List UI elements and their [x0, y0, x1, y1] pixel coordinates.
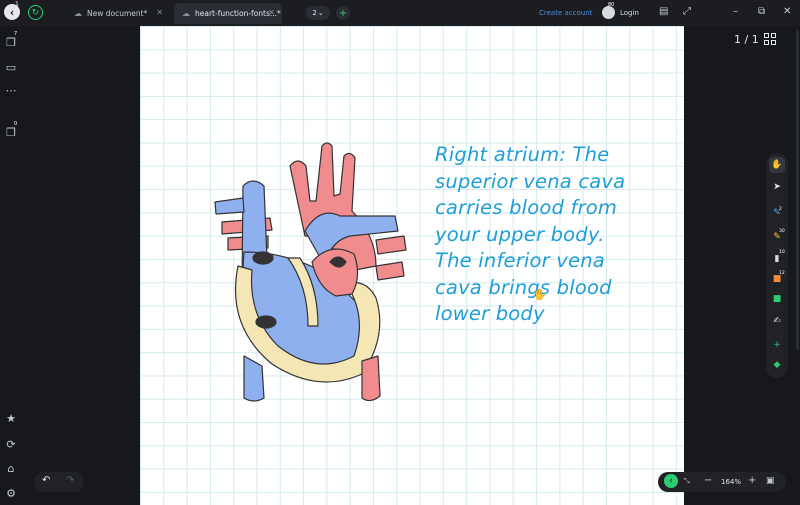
grid-view-icon[interactable] — [764, 33, 776, 45]
undo-icon[interactable]: ↶ — [42, 475, 50, 486]
history-controls: ↶ ↷ — [34, 472, 84, 492]
collapse-icon[interactable]: ‹ — [664, 474, 678, 488]
user-badge: 80 — [608, 2, 615, 8]
page-indicator: 1 / 1 — [734, 33, 759, 46]
create-account-link[interactable]: Create account — [539, 9, 592, 17]
laser-tool-icon[interactable]: ✍ — [771, 315, 783, 327]
eraser-badge: 10 — [779, 250, 785, 255]
zoom-out-button[interactable]: − — [704, 475, 712, 486]
select-tool-icon[interactable]: ➤ — [771, 181, 783, 193]
pages-dropdown[interactable]: 2 ⌄ — [306, 6, 330, 20]
cloud-icon: ☁ — [182, 9, 190, 18]
fit-icon[interactable]: ⤡ — [684, 477, 690, 486]
more-icon[interactable]: ⋯ — [4, 84, 18, 97]
layers-icon[interactable]: ❐ — [4, 126, 18, 139]
redo-icon[interactable]: ↷ — [66, 475, 74, 486]
cloud-icon: ☁ — [74, 9, 82, 18]
login-button[interactable]: Login — [620, 9, 639, 17]
lasso-icon[interactable]: ⟳ — [4, 438, 18, 451]
gear-icon[interactable]: ⚙ — [4, 487, 18, 500]
canvas-page[interactable]: Right atrium: The superior vena cava car… — [140, 26, 684, 505]
top-bar: ‹ 1 ↻ ☁ New document* ✕ ☁ heart-function… — [0, 0, 800, 26]
book-icon[interactable]: ▭ — [4, 61, 18, 74]
scrollbar[interactable] — [796, 30, 799, 350]
chevron-down-icon: ⌄ — [317, 9, 324, 17]
graduation-icon[interactable]: ⌂ — [4, 462, 18, 475]
present-icon[interactable]: ▤ — [659, 6, 668, 17]
more-tools-icon[interactable]: ◆ — [771, 359, 783, 371]
hand-tool-icon[interactable]: ✋ — [769, 157, 785, 173]
sticky-note-icon[interactable]: ■ — [771, 293, 783, 305]
highlighter-badge: 30 — [779, 229, 785, 234]
zoom-controls: ‹ ⤡ − 164% + ▣ — [658, 472, 786, 492]
add-tool-icon[interactable]: + — [771, 339, 783, 351]
restore-icon[interactable]: ⧉ — [758, 6, 765, 17]
expand-icon[interactable]: ⤢ — [683, 6, 691, 17]
shapes-badge: 12 — [779, 271, 785, 276]
zoom-level[interactable]: 164% — [721, 478, 741, 486]
close-window-icon[interactable]: ✕ — [783, 6, 791, 17]
tab-new-document[interactable]: ☁ New document* ✕ — [66, 3, 170, 24]
layers-badge: 0 — [14, 121, 18, 127]
tool-rail: ✋ ➤ ✎ 2 ✎ 30 ▮ 10 ■ 12 ■ ✍ + ◆ — [766, 153, 788, 378]
close-icon[interactable]: ✕ — [268, 8, 275, 17]
star-icon[interactable]: ★ — [4, 412, 18, 425]
pages-icon[interactable]: ❐ — [4, 36, 18, 49]
hand-cursor-icon: ✋ — [533, 288, 547, 301]
sync-icon[interactable]: ↻ — [28, 5, 43, 20]
zoom-in-button[interactable]: + — [748, 475, 756, 486]
add-page-button[interactable]: + — [336, 6, 350, 20]
pen-badge: 2 — [779, 207, 782, 212]
save-icon[interactable]: ▣ — [766, 476, 775, 486]
close-icon[interactable]: ✕ — [156, 8, 163, 17]
pages-badge: 7 — [14, 31, 18, 37]
tab-label: New document* — [87, 9, 148, 18]
minimize-icon[interactable]: – — [733, 6, 738, 17]
home-badge: 1 — [15, 1, 19, 8]
tab-heart-function[interactable]: ☁ heart-function-fonts...* ✕ — [174, 3, 282, 24]
pages-count: 2 — [312, 9, 317, 17]
